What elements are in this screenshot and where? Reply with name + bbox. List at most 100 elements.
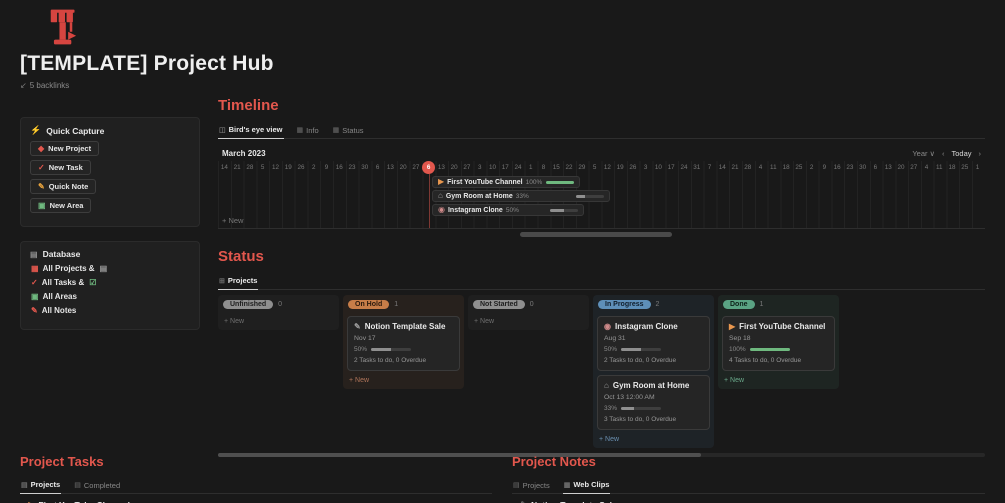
bar-percent: 50%: [505, 206, 519, 214]
tab-notes-projects-label: Projects: [522, 480, 550, 490]
database-header: ▤ Database: [30, 249, 190, 259]
timeline-prev-arrow[interactable]: ‹: [942, 149, 945, 158]
project-tasks-section: Project Tasks ▤ Projects ▤ Completed ▾ ▶…: [20, 455, 492, 503]
card-gym-room-at-home[interactable]: ⌂ Gym Room at Home Oct 13 12:00 AM 33% 3…: [597, 375, 710, 430]
column-header-on-hold[interactable]: On Hold 1: [346, 298, 461, 312]
timeline-date-label: 23: [348, 164, 356, 171]
timeline-bar-gym-room[interactable]: ⌂ Gym Room at Home 33%: [432, 190, 610, 202]
column-header-not-started[interactable]: Not Started 0: [471, 298, 586, 312]
tab-notes-web-clips[interactable]: ▦ Web Clips: [562, 477, 611, 494]
bar-title: Instagram Clone: [447, 206, 503, 214]
timeline-view: March 2023 Year ∨ ‹ Today › 14 21 28 5 12 19 2…: [218, 146, 985, 229]
card-progress: 33%: [604, 405, 703, 412]
column-new-button[interactable]: + New: [474, 318, 583, 325]
project-diamond-icon: ◆: [38, 143, 45, 153]
home-icon: ⌂: [438, 191, 443, 200]
tab-tasks-completed[interactable]: ▤ Completed: [73, 477, 121, 494]
tab-birds-eye-view[interactable]: ◫ Bird's eye view: [218, 122, 284, 139]
timeline-date-label: 12: [271, 164, 279, 171]
timeline-bar-instagram-clone[interactable]: ◉ Instagram Clone 50%: [432, 204, 584, 216]
card-instagram-clone[interactable]: ◉ Instagram Clone Aug 31 50% 2 Tasks to …: [597, 316, 710, 371]
timeline-view-icon: ◫: [219, 126, 226, 134]
board-column-done: Done 1 ▶ First YouTube Channel Sep 18 10…: [718, 295, 839, 389]
page-icon-crane[interactable]: [46, 8, 84, 46]
database-title: Database: [42, 249, 81, 259]
timeline-date-label: 25: [795, 164, 803, 171]
timeline-new-button[interactable]: + New: [222, 216, 243, 225]
tasks-check-icon: ✓: [31, 277, 38, 287]
quick-capture-callout: ⚡ Quick Capture ◆ New Project ✓ New Task…: [20, 117, 200, 227]
quick-capture-header: ⚡ Quick Capture: [30, 125, 190, 136]
tab-notes-projects[interactable]: ▤ Projects: [512, 477, 551, 494]
progress-bar: [576, 194, 604, 198]
timeline-next-arrow[interactable]: ›: [979, 149, 982, 158]
backlink-arrow-icon: ↙: [20, 81, 27, 90]
timeline-bar-first-youtube-channel[interactable]: ▶ First YouTube Channel 100%: [432, 176, 580, 188]
timeline-header: March 2023 Year ∨ ‹ Today ›: [218, 146, 985, 161]
column-count: 0: [278, 301, 283, 308]
quick-note-button[interactable]: ✎ Quick Note: [30, 179, 97, 194]
card-title-label: First YouTube Channel: [739, 322, 826, 331]
timeline-date-label: 14: [220, 164, 228, 171]
timeline-date-label: 10: [488, 164, 496, 171]
timeline-zoom-select[interactable]: Year ∨: [912, 149, 935, 158]
timeline-date-label: 31: [693, 164, 701, 171]
timeline-today-button[interactable]: Today: [951, 149, 971, 158]
all-tasks-label: All Tasks &: [41, 278, 85, 287]
timeline-date-label: 29: [578, 164, 586, 171]
timeline-tabbar: ◫ Bird's eye view ▦ Info ▦ Status: [218, 122, 985, 139]
card-notion-template-sale[interactable]: ✎ Notion Template Sale Nov 17 50% 2 Task…: [347, 316, 460, 371]
timeline-date-label: 2: [809, 164, 814, 171]
tab-tasks-projects[interactable]: ▤ Projects: [20, 477, 62, 494]
timeline-scrollbar-thumb[interactable]: [520, 232, 672, 237]
quick-note-label: Quick Note: [48, 182, 89, 191]
progress-bar: [371, 348, 412, 351]
link-all-notes[interactable]: ✎ All Notes: [31, 306, 189, 315]
column-count: 0: [529, 301, 534, 308]
column-new-button[interactable]: + New: [724, 377, 833, 384]
database-icon: ▤: [30, 249, 38, 259]
project-notes-tabbar: ▤ Projects ▦ Web Clips: [512, 477, 985, 494]
link-all-areas[interactable]: ▣ All Areas: [31, 292, 189, 301]
column-header-unfinished[interactable]: Unfinished 0: [221, 298, 336, 312]
timeline-date-label: 22: [565, 164, 573, 171]
list-view-icon: ▤: [74, 482, 81, 489]
quick-capture-title: Quick Capture: [46, 125, 105, 136]
bar-title: Gym Room at Home: [445, 192, 513, 200]
link-all-projects[interactable]: ▦ All Projects & ▤: [31, 264, 189, 273]
timeline-date-label: 5: [592, 164, 597, 171]
timeline-date-label: 28: [744, 164, 752, 171]
progress-bar: [550, 208, 578, 212]
column-new-button[interactable]: + New: [349, 377, 458, 384]
timeline-date-label: 16: [833, 164, 841, 171]
new-project-button[interactable]: ◆ New Project: [30, 141, 100, 156]
timeline-month-label: March 2023: [222, 149, 266, 158]
column-header-done[interactable]: Done 1: [721, 298, 836, 312]
timeline-date-label: 11: [770, 164, 777, 171]
column-new-button[interactable]: + New: [224, 318, 333, 325]
timeline-date-label: 21: [233, 164, 241, 171]
card-percent: 100%: [729, 346, 746, 353]
archive-box-icon: ▤: [99, 264, 108, 273]
timeline-date-label: 14: [718, 164, 726, 171]
tab-status[interactable]: ▦ Status: [332, 122, 365, 139]
timeline-date-label: 30: [361, 164, 369, 171]
new-area-button[interactable]: ▣ New Area: [30, 198, 92, 213]
timeline-scrollbar-track: [218, 232, 985, 237]
board-column-unfinished: Unfinished 0 + New: [218, 295, 339, 330]
backlinks-button[interactable]: ↙ 5 backlinks: [20, 81, 69, 90]
column-header-in-progress[interactable]: In Progress 2: [596, 298, 711, 312]
status-heading: Status: [218, 248, 264, 265]
tab-projects-board[interactable]: ⊞ Projects: [218, 273, 259, 290]
column-new-button[interactable]: + New: [599, 436, 708, 443]
main-column: Timeline ◫ Bird's eye view ▦ Info ▦ Stat…: [218, 98, 985, 457]
card-date: Nov 17: [354, 335, 376, 342]
board-view-icon: ⊞: [219, 277, 225, 285]
card-first-youtube-channel[interactable]: ▶ First YouTube Channel Sep 18 100% 4 Ta…: [722, 316, 835, 371]
timeline-date-label: 5: [260, 164, 265, 171]
new-task-button[interactable]: ✓ New Task: [30, 160, 91, 175]
tab-info[interactable]: ▦ Info: [296, 122, 320, 139]
timeline-zoom-label: Year: [912, 149, 928, 158]
link-all-tasks[interactable]: ✓ All Tasks & ☑: [31, 278, 189, 287]
crane-icon: [50, 9, 77, 45]
